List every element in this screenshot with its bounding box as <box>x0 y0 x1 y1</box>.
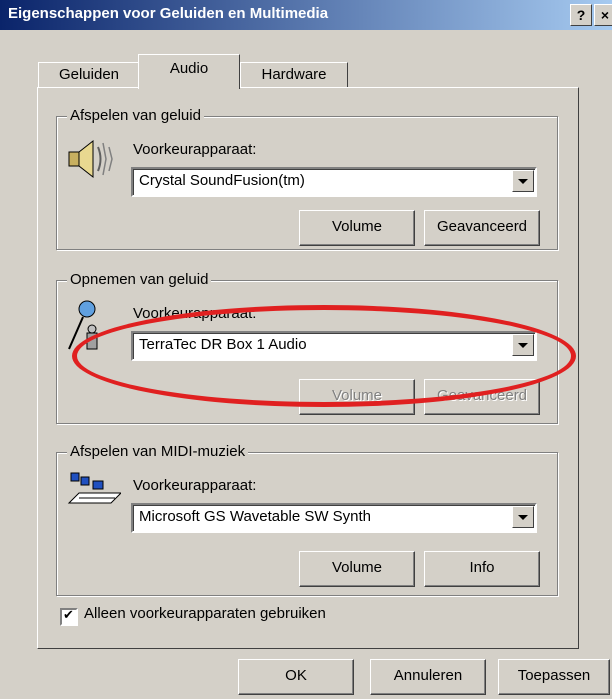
playback-device-select[interactable]: Crystal SoundFusion(tm) <box>131 167 537 197</box>
tab-hardware[interactable]: Hardware <box>240 62 348 89</box>
speaker-icon <box>68 139 113 179</box>
chevron-down-icon[interactable] <box>512 506 534 528</box>
window-title: Eigenschappen voor Geluiden en Multimedi… <box>8 5 329 22</box>
recording-device-value: TerraTec DR Box 1 Audio <box>139 336 307 353</box>
midi-keyboard-icon <box>67 472 121 504</box>
recording-advanced-button[interactable]: Geavanceerd <box>424 379 540 415</box>
cancel-button[interactable]: Annuleren <box>370 659 486 695</box>
close-button[interactable]: × <box>594 4 612 26</box>
playback-device-label: Voorkeurapparaat: <box>133 141 257 158</box>
playback-advanced-button[interactable]: Geavanceerd <box>424 210 540 246</box>
dialog-window: Eigenschappen voor Geluiden en Multimedi… <box>0 0 612 699</box>
midi-device-select[interactable]: Microsoft GS Wavetable SW Synth <box>131 503 537 533</box>
midi-volume-button[interactable]: Volume <box>299 551 415 587</box>
ok-button[interactable]: OK <box>238 659 354 695</box>
chevron-down-icon[interactable] <box>512 170 534 192</box>
tab-geluiden[interactable]: Geluiden <box>38 62 140 89</box>
midi-group: Afspelen van MIDI-muziek Voorkeurapparaa… <box>56 443 558 596</box>
recording-legend: Opnemen van geluid <box>67 271 212 288</box>
playback-volume-button[interactable]: Volume <box>299 210 415 246</box>
recording-device-label: Voorkeurapparaat: <box>133 305 257 322</box>
tab-page-audio: Afspelen van geluid Voorkeurapparaat: Cr… <box>37 87 579 649</box>
recording-volume-button[interactable]: Volume <box>299 379 415 415</box>
midi-legend: Afspelen van MIDI-muziek <box>67 443 249 460</box>
playback-device-value: Crystal SoundFusion(tm) <box>139 172 305 189</box>
midi-device-label: Voorkeurapparaat: <box>133 477 257 494</box>
help-button[interactable]: ? <box>570 4 592 26</box>
only-preferred-label[interactable]: Alleen voorkeurapparaten gebruiken <box>84 605 326 622</box>
playback-legend: Afspelen van geluid <box>67 107 204 124</box>
title-bar[interactable]: Eigenschappen voor Geluiden en Multimedi… <box>0 0 612 30</box>
recording-device-select[interactable]: TerraTec DR Box 1 Audio <box>131 331 537 361</box>
recording-group: Opnemen van geluid Voorkeurapparaat: Ter… <box>56 271 558 424</box>
apply-button[interactable]: Toepassen <box>498 659 610 695</box>
tab-audio[interactable]: Audio <box>138 54 240 89</box>
chevron-down-icon[interactable] <box>512 334 534 356</box>
midi-device-value: Microsoft GS Wavetable SW Synth <box>139 508 372 525</box>
tab-strip: Geluiden Audio Hardware <box>0 48 612 89</box>
playback-group: Afspelen van geluid Voorkeurapparaat: Cr… <box>56 107 558 250</box>
only-preferred-checkbox[interactable] <box>60 607 78 626</box>
midi-info-button[interactable]: Info <box>424 551 540 587</box>
microphone-icon <box>68 300 98 350</box>
